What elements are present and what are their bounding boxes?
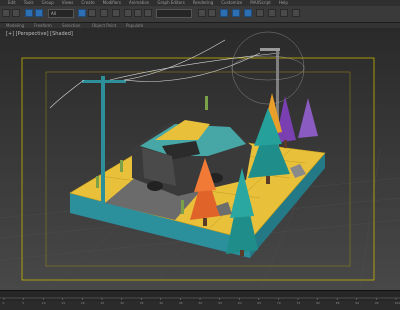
time-slider[interactable]: 0510152025303540455055606570758085909510… [0,290,400,301]
named-selection-dropdown[interactable] [156,9,192,18]
redo-icon[interactable] [12,9,20,17]
select-object-icon[interactable] [78,9,86,17]
render-icon[interactable] [292,9,300,17]
undo-icon[interactable] [2,9,10,17]
street-lamp-arm [260,48,280,51]
timeline-tick-label: 80 [316,301,320,305]
timeline-tick-label: 15 [61,301,65,305]
pole-crossarm [82,80,126,83]
window-crossing-icon[interactable] [112,9,120,17]
main-toolbar: All [0,6,400,23]
utility-pole[interactable] [101,76,105,208]
layer-explorer-icon[interactable] [220,9,228,17]
scale-icon[interactable] [144,9,152,17]
timeline-tick-label: 30 [120,301,124,305]
timeline-tick-label: 65 [257,301,261,305]
timeline-tick-label: 95 [375,301,379,305]
rotate-icon[interactable] [134,9,142,17]
timeline-tick-label: 70 [277,301,281,305]
render-setup-icon[interactable] [268,9,276,17]
rectangular-selection-icon[interactable] [100,9,108,17]
viewport-label[interactable]: [+] [Perspective] [Shaded] [6,31,73,37]
selection-filter-dropdown[interactable]: All [48,9,74,18]
timeline-tick-label: 0 [3,301,5,305]
timeline-tick-label: 5 [22,301,24,305]
timeline-tick-label: 10 [42,301,46,305]
truck-wheel [147,181,163,191]
timeline-tick-label: 55 [218,301,222,305]
curve-editor-icon[interactable] [232,9,240,17]
timeline-tick-label: 20 [81,301,85,305]
timeline-tick-label: 25 [101,301,105,305]
timeline-tick-label: 50 [199,301,203,305]
viewport-scene[interactable] [0,28,400,290]
timeline-tick-label: 40 [159,301,163,305]
timeline-tick-label: 75 [297,301,301,305]
perspective-viewport[interactable] [0,28,400,290]
timeline-tick-label: 60 [238,301,242,305]
align-icon[interactable] [208,9,216,17]
select-link-icon[interactable] [25,9,33,17]
move-icon[interactable] [124,9,132,17]
timeline-tick-label: 45 [179,301,183,305]
mirror-icon[interactable] [198,9,206,17]
render-frame-icon[interactable] [280,9,288,17]
unlink-icon[interactable] [35,9,43,17]
schematic-view-icon[interactable] [244,9,252,17]
timeline-tick-label: 35 [140,301,144,305]
select-by-name-icon[interactable] [88,9,96,17]
timeline-ruler: 0 5 10 15 20 25 30 35 40 45 50 55 60 65 70 75 80 85 90 95 10… [0,296,400,306]
timeline-tick-label: 90 [355,301,359,305]
timeline-tick-label: 85 [336,301,340,305]
material-editor-icon[interactable] [256,9,264,17]
timeline-tick-label: 100 [395,301,400,305]
